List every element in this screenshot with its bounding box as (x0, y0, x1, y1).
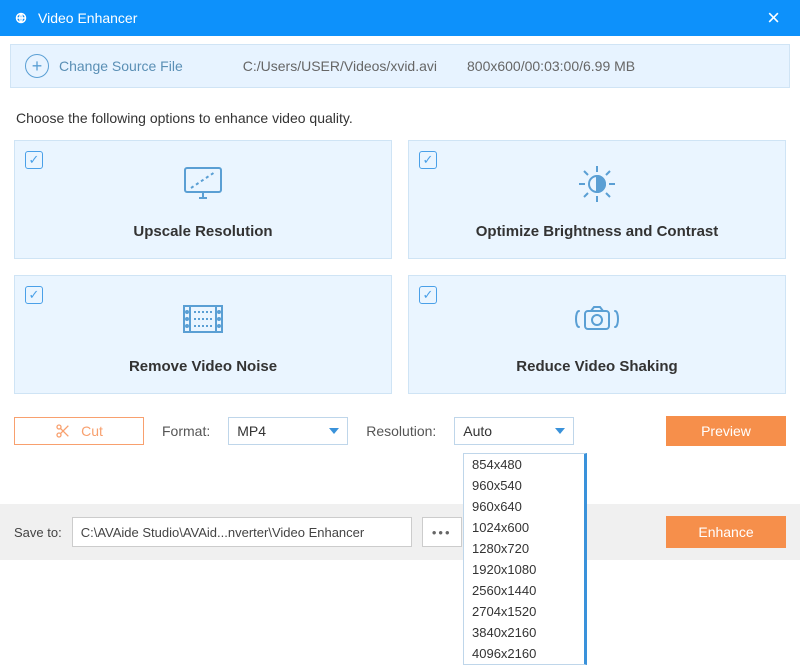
browse-button[interactable]: ••• (422, 517, 462, 547)
preview-label: Preview (701, 423, 751, 439)
chevron-down-icon (555, 428, 565, 434)
change-source-button[interactable]: + Change Source File (25, 54, 183, 78)
checkbox-icon[interactable]: ✓ (25, 286, 43, 304)
brightness-icon (421, 159, 773, 209)
camera-shake-icon (421, 294, 773, 344)
option-label: Reduce Video Shaking (421, 358, 773, 381)
dropdown-item[interactable]: 1280x720 (464, 538, 584, 559)
resolution-value: Auto (463, 423, 492, 439)
enhance-label: Enhance (698, 524, 753, 540)
option-label: Optimize Brightness and Contrast (421, 223, 773, 246)
option-remove-noise[interactable]: ✓ Remove Video Noise (14, 275, 392, 394)
chevron-down-icon (329, 428, 339, 434)
cut-button[interactable]: Cut (14, 417, 144, 445)
app-icon (12, 9, 30, 27)
window-title: Video Enhancer (38, 10, 759, 26)
resolution-select[interactable]: Auto (454, 417, 574, 445)
option-label: Remove Video Noise (27, 358, 379, 381)
preview-button[interactable]: Preview (666, 416, 786, 446)
instruction-text: Choose the following options to enhance … (0, 88, 800, 140)
save-to-label: Save to: (14, 525, 62, 540)
film-icon (27, 294, 379, 344)
checkbox-icon[interactable]: ✓ (419, 286, 437, 304)
save-path-input[interactable] (72, 517, 412, 547)
save-row: Save to: ••• Enhance (0, 504, 800, 560)
checkbox-icon[interactable]: ✓ (419, 151, 437, 169)
dropdown-item[interactable]: 1024x600 (464, 517, 584, 538)
checkbox-icon[interactable]: ✓ (25, 151, 43, 169)
titlebar: Video Enhancer × (0, 0, 800, 36)
format-value: MP4 (237, 423, 266, 439)
source-toolbar: + Change Source File C:/Users/USER/Video… (10, 44, 790, 88)
dropdown-item[interactable]: 4096x2160 (464, 643, 584, 664)
option-upscale-resolution[interactable]: ✓ Upscale Resolution (14, 140, 392, 259)
option-label: Upscale Resolution (27, 223, 379, 246)
source-fileinfo: 800x600/00:03:00/6.99 MB (467, 58, 635, 74)
enhance-button[interactable]: Enhance (666, 516, 786, 548)
resolution-label: Resolution: (366, 423, 436, 439)
change-source-label: Change Source File (59, 58, 183, 74)
plus-icon: + (25, 54, 49, 78)
dropdown-item[interactable]: 854x480 (464, 454, 584, 475)
dropdown-item[interactable]: 1920x1080 (464, 559, 584, 580)
source-filepath: C:/Users/USER/Videos/xvid.avi (243, 58, 437, 74)
resolution-dropdown[interactable]: 854x480 960x540 960x640 1024x600 1280x72… (463, 453, 587, 665)
dropdown-item[interactable]: 2704x1520 (464, 601, 584, 622)
dropdown-item[interactable]: 2560x1440 (464, 580, 584, 601)
cut-label: Cut (81, 423, 103, 439)
option-reduce-shaking[interactable]: ✓ Reduce Video Shaking (408, 275, 786, 394)
controls-row: Cut Format: MP4 Resolution: Auto Preview (0, 394, 800, 446)
format-select[interactable]: MP4 (228, 417, 348, 445)
option-brightness-contrast[interactable]: ✓ Optimize Brightness and Contrast (408, 140, 786, 259)
dropdown-item[interactable]: 960x540 (464, 475, 584, 496)
scissors-icon (55, 423, 71, 439)
dropdown-item[interactable]: 3840x2160 (464, 622, 584, 643)
options-grid: ✓ Upscale Resolution ✓ Optimize Brightne… (0, 140, 800, 394)
close-icon[interactable]: × (759, 5, 788, 31)
format-label: Format: (162, 423, 210, 439)
dropdown-item[interactable]: 960x640 (464, 496, 584, 517)
monitor-icon (27, 159, 379, 209)
